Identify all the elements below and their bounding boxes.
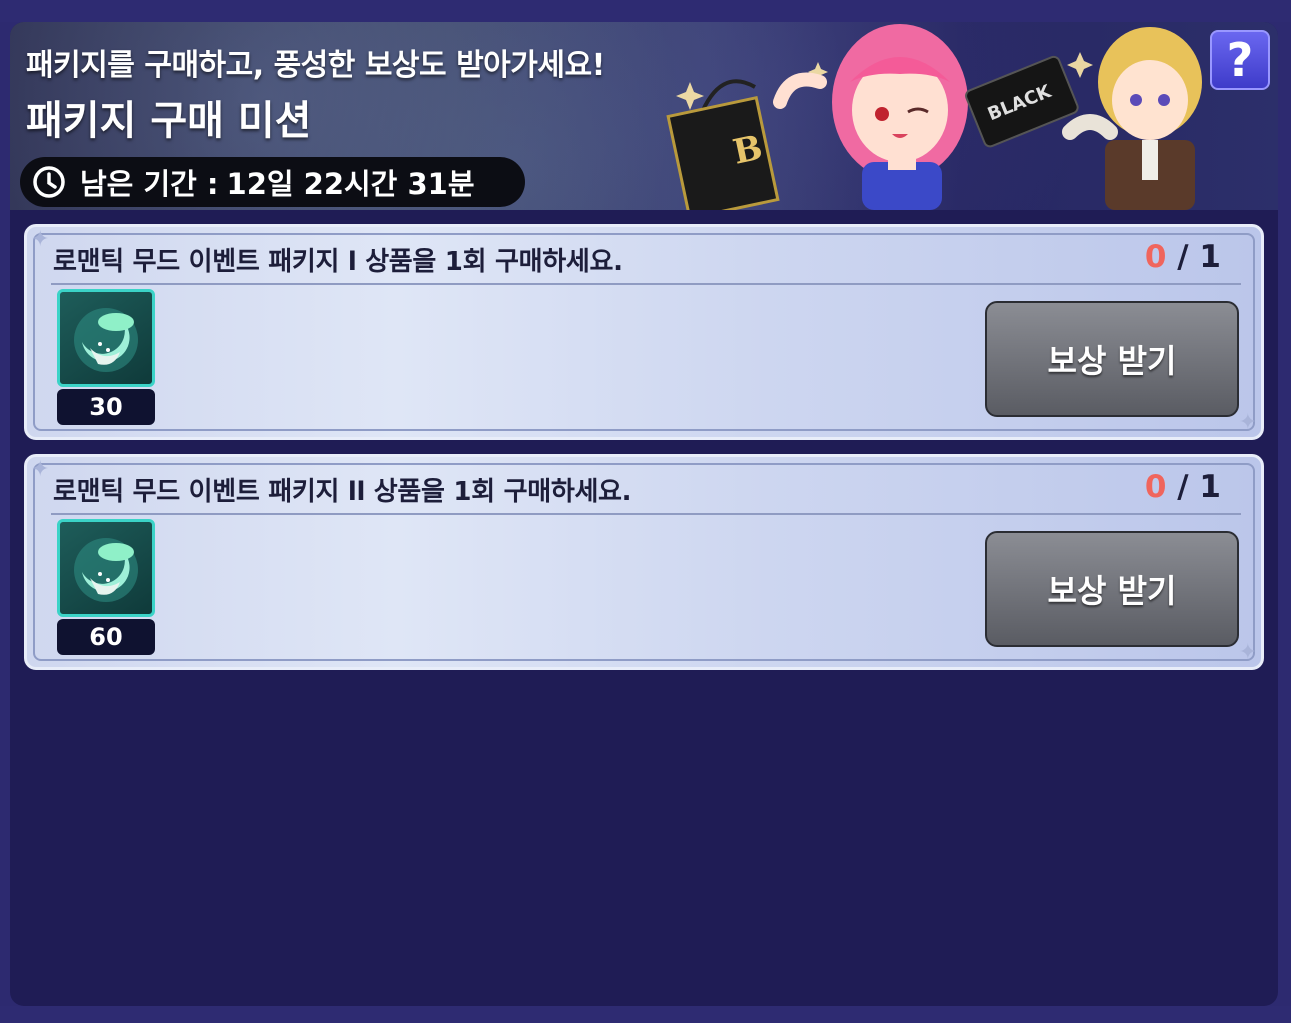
- progress-separator: /: [1177, 239, 1189, 275]
- shopping-bag-icon: B: [666, 79, 780, 210]
- sparkle-icon: ✦: [1238, 410, 1257, 435]
- progress-current: 0: [1144, 469, 1167, 505]
- progress-total: 1: [1199, 469, 1221, 505]
- mission-progress: 0 / 1: [1145, 239, 1221, 275]
- sparkle-icon: ✦: [31, 457, 50, 482]
- reward-item-icon: [74, 538, 138, 602]
- sparkle-icon: ✦: [31, 227, 50, 252]
- mission-title: 로맨틱 무드 이벤트 패키지 ll 상품을 1회 구매하세요.: [53, 477, 632, 507]
- mission-card: ✦ ✦ 로맨틱 무드 이벤트 패키지 l 상품을 1회 구매하세요. 0 / 1…: [24, 224, 1264, 440]
- banner-character-art: B BLACK: [666, 24, 1202, 210]
- mission-title: 로맨틱 무드 이벤트 패키지 l 상품을 1회 구매하세요.: [53, 247, 623, 277]
- progress-current: 0: [1144, 239, 1167, 275]
- event-banner: B BLACK 패키지를 구매하고, 풍성한 보상도 받아가세요! 패키지 구매…: [10, 22, 1278, 210]
- claim-reward-button[interactable]: 보상 받기: [985, 301, 1239, 417]
- boy-character: [1062, 27, 1202, 210]
- banner-subtitle: 패키지를 구매하고, 풍성한 보상도 받아가세요!: [26, 48, 605, 83]
- timer-label: 남은 기간 :: [80, 167, 219, 201]
- reward-item-icon: [74, 308, 138, 372]
- claim-reward-button[interactable]: 보상 받기: [985, 531, 1239, 647]
- mission-progress: 0 / 1: [1145, 469, 1221, 505]
- reward-item[interactable]: [57, 289, 155, 387]
- top-strip: [0, 0, 1291, 22]
- reward-quantity: 60: [57, 619, 155, 655]
- progress-separator: /: [1177, 469, 1189, 505]
- banner-title: 패키지 구매 미션: [26, 98, 312, 144]
- timer-value: 12일 22시간 31분: [226, 167, 475, 201]
- clock-icon: [33, 166, 65, 198]
- reward-quantity: 30: [57, 389, 155, 425]
- sparkle-icon: ✦: [1238, 640, 1257, 665]
- help-icon: ?: [1226, 33, 1254, 87]
- mission-card: ✦ ✦ 로맨틱 무드 이벤트 패키지 ll 상품을 1회 구매하세요. 0 / …: [24, 454, 1264, 670]
- divider: [51, 513, 1241, 515]
- bottom-strip: [0, 1006, 1291, 1023]
- remaining-time-pill: 남은 기간 : 12일 22시간 31분: [20, 157, 525, 207]
- reward-item[interactable]: [57, 519, 155, 617]
- mission-panel: B BLACK 패키지를 구매하고, 풍성한 보상도 받아가세요! 패키지 구매…: [10, 22, 1278, 1006]
- black-card-icon: BLACK: [965, 55, 1079, 148]
- help-button[interactable]: ?: [1210, 30, 1270, 90]
- girl-character: [773, 24, 968, 210]
- progress-total: 1: [1199, 239, 1221, 275]
- divider: [51, 283, 1241, 285]
